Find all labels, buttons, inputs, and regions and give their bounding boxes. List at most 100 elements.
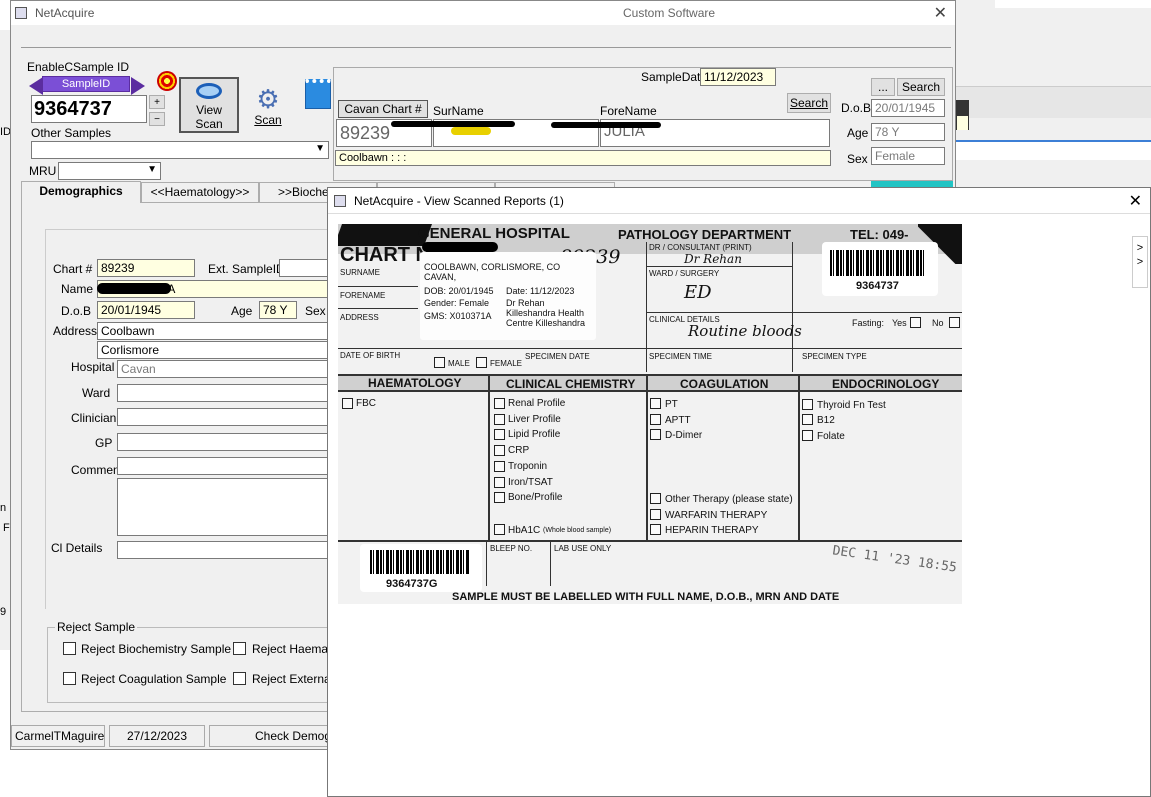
- form-coag-item: PT: [665, 399, 678, 410]
- mru-select[interactable]: ▼: [58, 162, 161, 180]
- reject-external-label: Reject External: [252, 672, 334, 686]
- chart-type-dropdown[interactable]: Cavan Chart #: [338, 100, 428, 118]
- reject-external-checkbox[interactable]: [233, 672, 246, 685]
- form-hospital: GENERAL HOSPITAL: [418, 225, 570, 242]
- demo-ward-input[interactable]: [117, 384, 341, 402]
- sex-label: Sex: [847, 152, 868, 166]
- form-chem-item: CRP: [508, 445, 530, 456]
- form-other-item: Other Therapy (please state): [665, 494, 793, 505]
- form-haematology-header: HAEMATOLOGY: [368, 376, 462, 390]
- app-icon: [15, 7, 27, 19]
- reject-biochem-label: Reject Biochemistry Sample: [81, 642, 232, 656]
- redaction-mark: [551, 122, 661, 128]
- form-chem-item: Iron/TSAT: [508, 477, 553, 488]
- form-dr-label: DR / CONSULTANT (PRINT): [649, 243, 752, 252]
- search-name-button[interactable]: Search: [787, 93, 831, 113]
- prev-arrow-icon[interactable]: [29, 77, 43, 95]
- demo-chart-input[interactable]: 89239: [97, 259, 195, 277]
- tab-demographics[interactable]: Demographics: [21, 181, 141, 203]
- demo-cl-details-label: Cl Details: [51, 541, 103, 555]
- form-fbc: FBC: [356, 398, 376, 409]
- mru-label: MRU: [29, 164, 57, 178]
- form-lab-use: LAB USE ONLY: [554, 544, 612, 553]
- tab-haematology[interactable]: <<Haematology>>: [141, 182, 259, 202]
- form-dr-handwritten: Dr Rehan: [684, 252, 742, 266]
- sex-input[interactable]: Female: [871, 147, 945, 165]
- form-hba1c: HbA1C: [508, 525, 541, 536]
- sample-date-input[interactable]: 11/12/2023: [700, 68, 776, 86]
- demo-ward-label: Ward: [82, 386, 111, 400]
- demo-chart-label: Chart #: [53, 262, 93, 276]
- demo-address2-input[interactable]: Corlismore: [97, 341, 341, 359]
- view-scan-button[interactable]: View Scan: [179, 77, 239, 133]
- other-samples-select[interactable]: ▼: [31, 141, 329, 159]
- demo-ext-label: Ext. SampleID: [208, 262, 285, 276]
- reject-haemat-label: Reject Haemato: [252, 642, 339, 656]
- scan-titlebar: NetAcquire - View Scanned Reports (1) ✕: [328, 188, 1150, 214]
- status-date: 27/12/2023: [109, 725, 205, 747]
- demo-address1-input[interactable]: Coolbawn: [97, 322, 341, 340]
- ellipsis-button[interactable]: ...: [871, 78, 895, 96]
- demo-hospital-input[interactable]: Cavan: [117, 360, 341, 378]
- barcode-bottom: 9364737G: [360, 544, 482, 592]
- gear-icon: ⚙: [256, 84, 280, 114]
- main-titlebar: NetAcquire Custom Software ✕: [11, 1, 955, 25]
- form-coag-item: APTT: [665, 415, 691, 426]
- scan-window-title: NetAcquire - View Scanned Reports (1): [354, 193, 564, 208]
- dob-input[interactable]: 20/01/1945: [871, 99, 945, 117]
- demo-dob-label: D.o.B: [61, 304, 92, 318]
- decrement-button[interactable]: −: [149, 112, 165, 126]
- search-button[interactable]: Search: [897, 78, 945, 96]
- age-input[interactable]: 78 Y: [871, 123, 945, 141]
- demo-comment-area[interactable]: [117, 478, 341, 536]
- age-label: Age: [847, 126, 869, 140]
- form-ward-label: WARD / SURGERY: [649, 269, 720, 278]
- demo-hospital-label: Hospital: [71, 360, 115, 374]
- form-chem-item: Lipid Profile: [508, 429, 561, 440]
- close-icon[interactable]: ✕: [1129, 191, 1142, 211]
- redaction-mark: [97, 283, 171, 294]
- reject-coag-checkbox[interactable]: [63, 672, 76, 685]
- demo-age-input[interactable]: 78 Y: [259, 301, 297, 319]
- form-chart: CHART N: [340, 244, 430, 266]
- form-chem-item: Renal Profile: [508, 398, 566, 409]
- reject-sample-group: [47, 627, 347, 703]
- reject-haemat-checkbox[interactable]: [233, 642, 246, 655]
- scan-button[interactable]: ⚙ Scan: [241, 79, 295, 133]
- enable-group-label: EnableCSample ID: [27, 60, 130, 74]
- target-icon[interactable]: [157, 71, 177, 91]
- demo-sex-label: Sex: [305, 304, 326, 318]
- form-ward-handwritten: ED: [684, 282, 712, 303]
- next-arrow-icon[interactable]: [131, 77, 145, 95]
- form-surname: SURNAME: [340, 268, 381, 277]
- form-specimen-type: SPECIMEN TYPE: [802, 352, 867, 361]
- scan-scroll-arrows[interactable]: > >: [1132, 236, 1148, 288]
- form-address: ADDRESS: [340, 313, 379, 322]
- form-endo-item: Thyroid Fn Test: [817, 400, 886, 411]
- increment-button[interactable]: +: [149, 95, 165, 109]
- form-chem-item: Bone/Profile: [508, 492, 563, 503]
- close-icon[interactable]: ✕: [934, 3, 947, 23]
- demo-clinician-input[interactable]: [117, 408, 341, 426]
- barcode-top: 9364737: [822, 242, 938, 296]
- form-endo-item: Folate: [817, 431, 845, 442]
- check-demographics-button[interactable]: Check Demogr: [209, 725, 329, 747]
- form-dob: DATE OF BIRTH: [340, 351, 401, 360]
- form-female: FEMALE: [490, 359, 523, 368]
- reject-coag-label: Reject Coagulation Sample: [81, 672, 227, 686]
- calendar-icon[interactable]: [305, 79, 331, 109]
- address-line-input[interactable]: Coolbawn : : :: [335, 150, 831, 166]
- patient-label-sticker: COOLBAWN, CORLISMORE, CO CAVAN, DOB: 20/…: [420, 252, 596, 340]
- demo-gp-input[interactable]: [117, 433, 341, 451]
- sample-id-input[interactable]: 9364737: [31, 95, 147, 123]
- redaction-mark: [391, 121, 515, 127]
- window-center-title: Custom Software: [623, 6, 716, 20]
- reject-biochem-checkbox[interactable]: [63, 642, 76, 655]
- form-coagulation-header: COAGULATION: [680, 377, 769, 391]
- form-coag-item: D-Dimer: [665, 430, 703, 441]
- demo-comment-input[interactable]: [117, 457, 341, 475]
- demo-dob-input[interactable]: 20/01/1945: [97, 301, 195, 319]
- demo-cl-details-input[interactable]: [117, 541, 341, 559]
- form-endocrinology-header: ENDOCRINOLOGY: [832, 377, 940, 391]
- chevron-down-icon: ▼: [315, 143, 325, 154]
